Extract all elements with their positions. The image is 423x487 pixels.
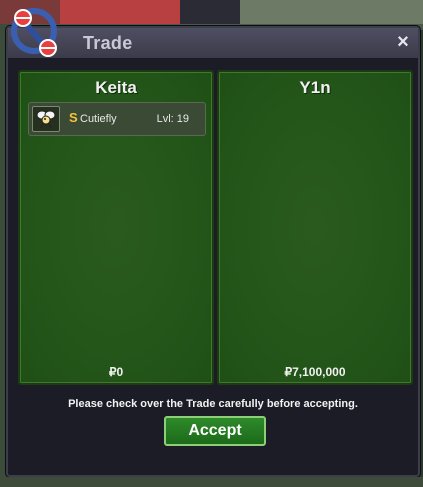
trade-notice: Please check over the Trade carefully be… [68,398,358,410]
trade-window: Trade × Keita S Cutiefly Lvl: 19 ₽0 Y1n … [6,26,420,477]
shiny-badge-icon: S [69,110,78,125]
pokemon-icon-box [32,106,60,132]
close-button[interactable]: × [393,32,413,52]
my-offer-panel: Keita S Cutiefly Lvl: 19 ₽0 [18,70,214,385]
background-strip [240,0,423,24]
cutiefly-sprite-icon [36,110,56,129]
partner-offer-panel: Y1n ₽7,100,000 [217,70,413,385]
partner-money-offer: ₽7,100,000 [284,365,346,379]
background-strip [0,477,423,487]
my-player-name: Keita [95,78,137,97]
accept-button[interactable]: Accept [164,416,266,446]
pokemon-level: Lvl: 19 [156,113,189,125]
trade-item-row[interactable]: S Cutiefly Lvl: 19 [28,102,206,136]
partner-player-name: Y1n [299,78,331,97]
trade-logo-icon [11,8,57,57]
pokemon-name: Cutiefly [80,113,117,125]
my-money-offer: ₽0 [108,365,124,379]
window-title: Trade [83,33,133,53]
background-strip [180,0,240,24]
